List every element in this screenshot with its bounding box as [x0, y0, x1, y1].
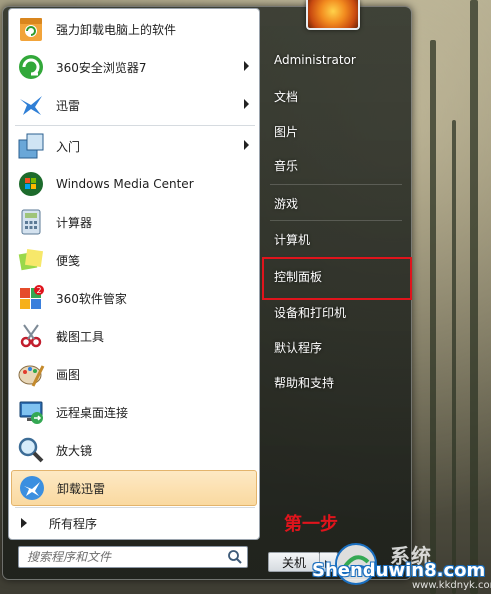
divider [270, 184, 402, 185]
submenu-arrow-icon [244, 61, 249, 71]
program-item[interactable]: 强力卸载电脑上的软件 [11, 11, 257, 47]
control-panel-highlight-box [262, 257, 412, 300]
uninstaller-box-icon [15, 13, 47, 45]
divider [15, 125, 255, 126]
program-item[interactable]: 迅雷 [11, 87, 257, 123]
program-label: 强力卸载电脑上的软件 [56, 22, 177, 37]
program-list-pane: 强力卸载电脑上的软件 360安全浏览器7 迅雷 入门 Windows Media… [8, 8, 260, 540]
360-software-manager-icon: 2 [15, 282, 47, 314]
program-label: 360安全浏览器7 [56, 60, 147, 75]
program-item[interactable]: 入门 [11, 128, 257, 164]
right-item-default-programs[interactable]: 默认程序 [274, 339, 322, 356]
watermark-text: Shenduwin8.com [312, 560, 486, 581]
program-item[interactable]: 远程桌面连接 [11, 394, 257, 430]
right-item-games[interactable]: 游戏 [274, 195, 298, 212]
program-item[interactable]: 计算器 [11, 204, 257, 240]
expand-arrow-icon [21, 518, 27, 528]
program-item[interactable]: 便笺 [11, 242, 257, 278]
program-label: 计算器 [56, 215, 93, 230]
windows-media-center-icon [15, 168, 47, 200]
program-label: 入门 [56, 139, 81, 154]
program-item-selected[interactable]: 卸载迅雷 [11, 470, 257, 506]
search-area [8, 540, 260, 572]
program-label: 画图 [56, 367, 81, 382]
program-item[interactable]: 360安全浏览器7 [11, 49, 257, 85]
all-programs-label: 所有程序 [49, 516, 98, 531]
submenu-arrow-icon [244, 140, 249, 150]
program-label: 迅雷 [56, 98, 81, 113]
search-icon[interactable] [227, 549, 243, 565]
submenu-arrow-icon [244, 99, 249, 109]
background-tree [452, 120, 456, 594]
right-item-pictures[interactable]: 图片 [274, 123, 298, 140]
program-label: Windows Media Center [56, 177, 194, 191]
right-item-music[interactable]: 音乐 [274, 157, 298, 174]
program-item[interactable]: 2 360软件管家 [11, 280, 257, 316]
search-input[interactable] [19, 547, 219, 567]
right-item-help-support[interactable]: 帮助和支持 [274, 374, 334, 391]
divider [15, 507, 255, 508]
program-label: 截图工具 [56, 329, 105, 344]
paint-icon [15, 358, 47, 390]
thunder-bird-icon [15, 89, 47, 121]
all-programs-button[interactable]: 所有程序 [11, 509, 257, 537]
360-browser-icon [15, 51, 47, 83]
divider [270, 220, 402, 221]
remote-desktop-icon [15, 396, 47, 428]
program-label: 远程桌面连接 [56, 405, 129, 420]
getting-started-icon [15, 130, 47, 162]
background-tree [430, 40, 436, 594]
uninstall-thunder-icon [16, 472, 48, 504]
program-item[interactable]: Windows Media Center [11, 166, 257, 202]
snipping-tool-icon [15, 320, 47, 352]
program-label: 放大镜 [56, 443, 93, 458]
program-label: 360软件管家 [56, 291, 127, 306]
program-label: 卸载迅雷 [57, 481, 106, 496]
program-item[interactable]: 画图 [11, 356, 257, 392]
program-item[interactable]: 放大镜 [11, 432, 257, 468]
magnifier-icon [15, 434, 47, 466]
watermark-url: www.kkdnyk.com [412, 580, 491, 591]
right-item-computer[interactable]: 计算机 [274, 231, 310, 248]
sticky-notes-icon [15, 244, 47, 276]
right-item-devices-printers[interactable]: 设备和打印机 [274, 304, 346, 321]
search-box[interactable] [18, 546, 248, 568]
background-tree [470, 0, 478, 594]
step-annotation: 第一步 [284, 514, 338, 535]
user-picture-flower[interactable] [306, 0, 360, 30]
program-label: 便笺 [56, 253, 81, 268]
program-item[interactable]: 截图工具 [11, 318, 257, 354]
right-item-documents[interactable]: 文档 [274, 88, 298, 105]
user-name-link[interactable]: Administrator [274, 53, 356, 67]
calculator-icon [15, 206, 47, 238]
badge-count: 2 [36, 286, 41, 295]
